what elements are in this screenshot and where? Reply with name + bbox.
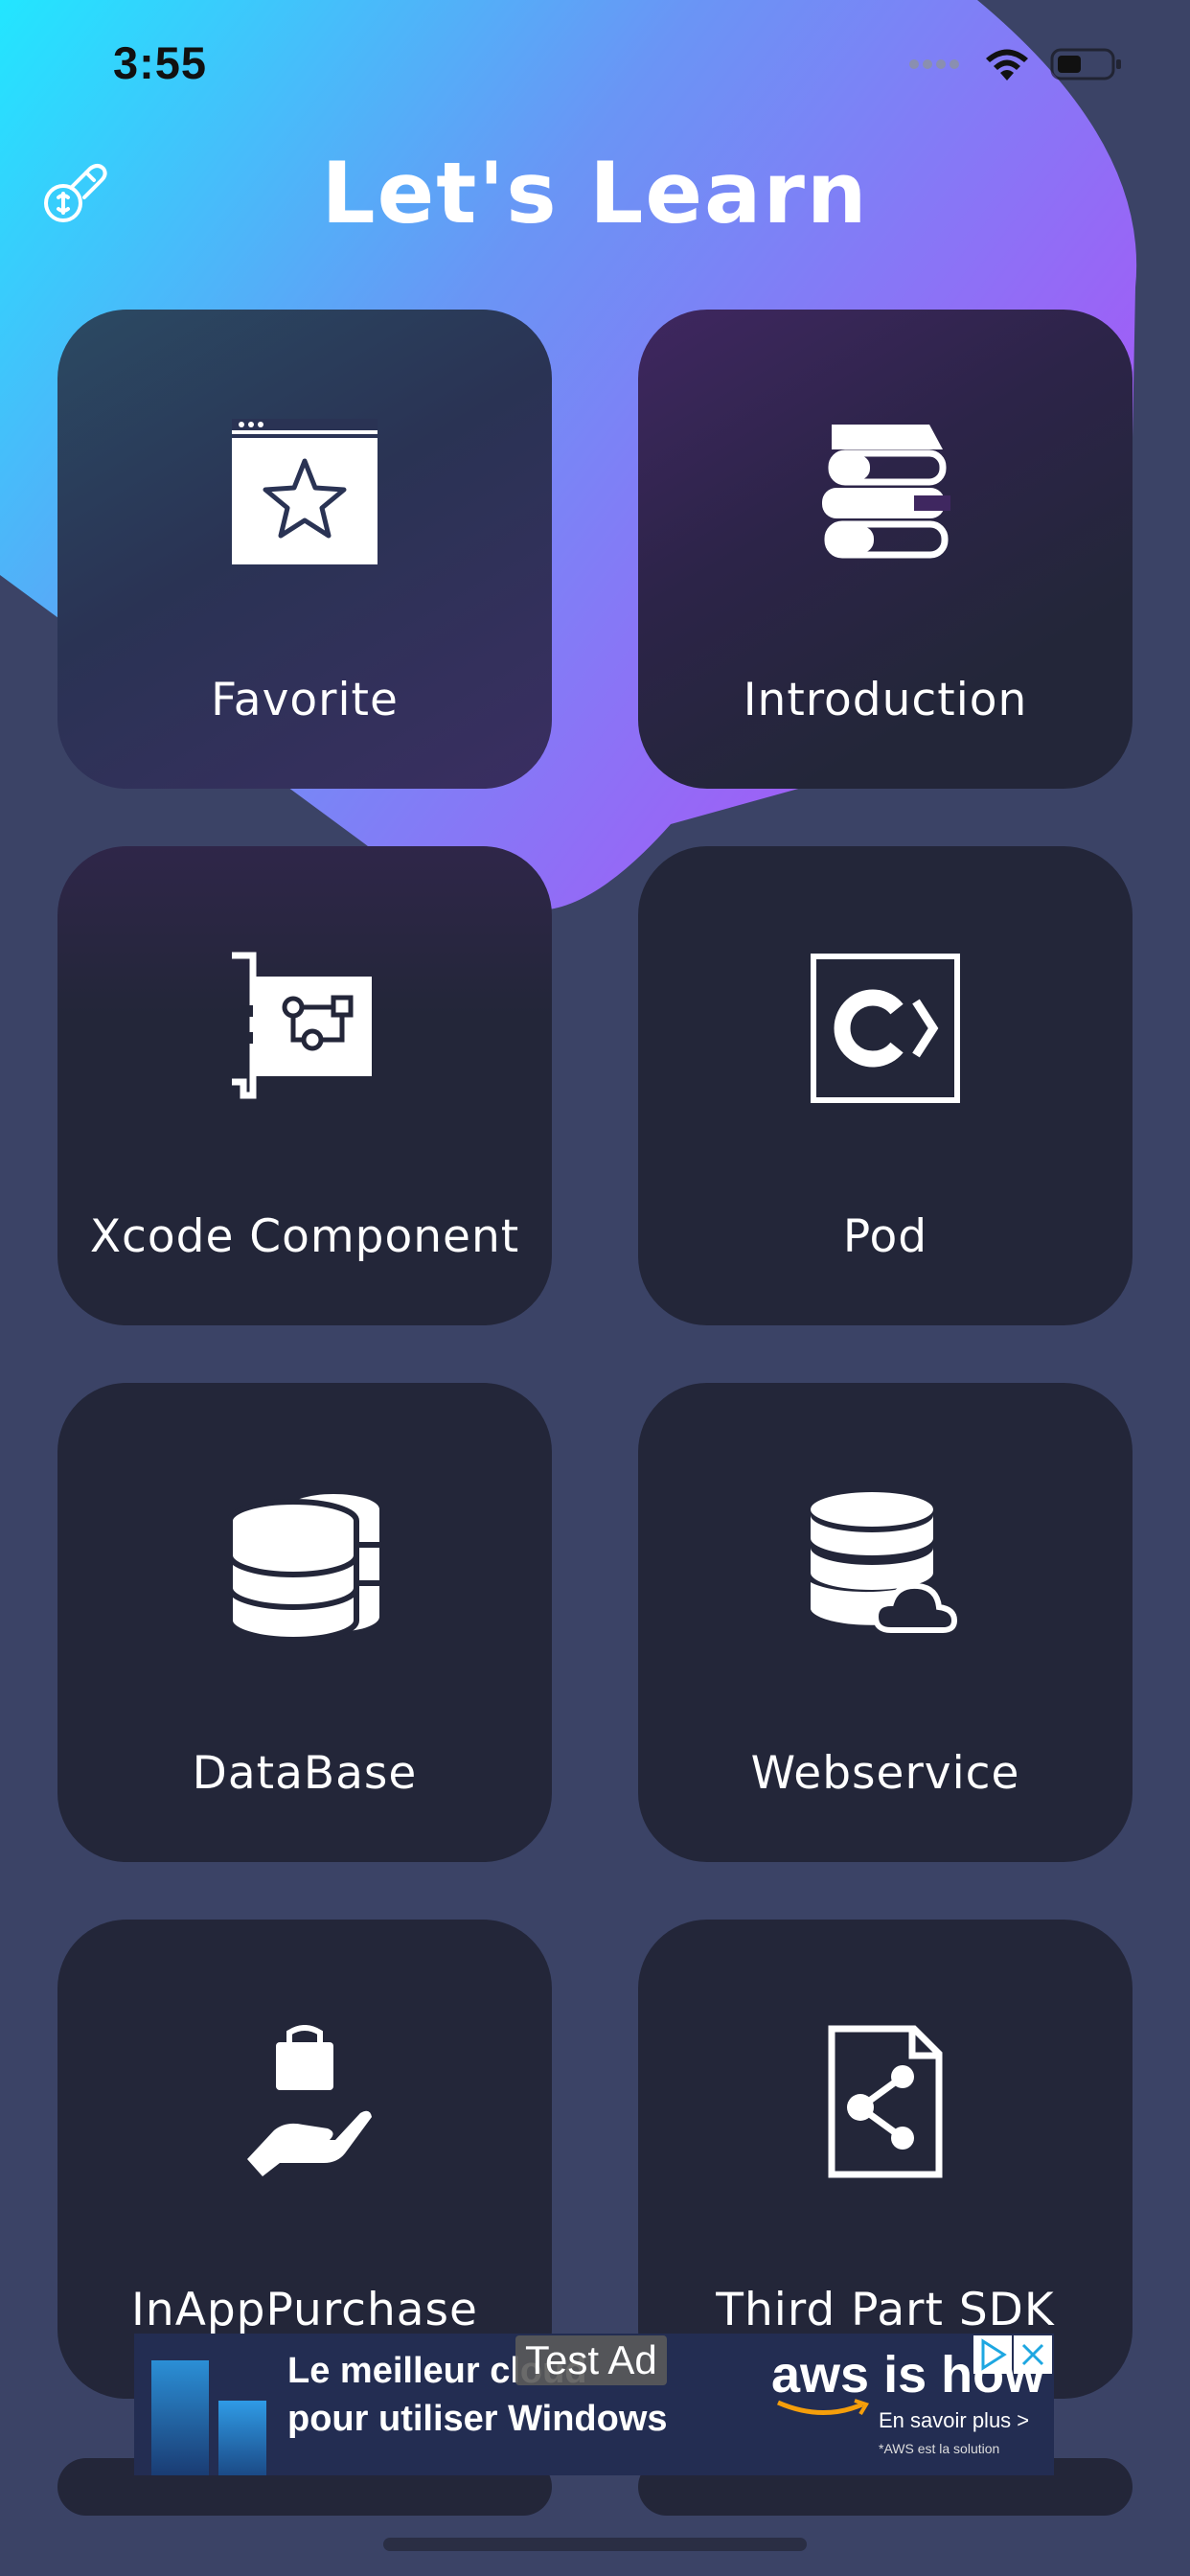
browser-star-icon [232,419,378,564]
card-introduction[interactable]: Introduction [638,310,1133,789]
page-title: Let's Learn [321,144,869,242]
battery-icon [1050,48,1121,80]
close-icon[interactable] [1014,2335,1052,2374]
home-indicator[interactable] [383,2538,807,2551]
card-label: Favorite [211,674,399,726]
ad-graphic [218,2401,266,2475]
card-label: Xcode Component [89,1210,520,1263]
signal-icon [909,59,959,69]
card-favorite[interactable]: Favorite [57,310,552,789]
card-database[interactable]: DataBase [57,1383,552,1862]
ad-cta-link[interactable]: En savoir plus > [879,2408,1029,2433]
ad-banner[interactable]: Le meilleur cloud pour utiliser Windows … [134,2334,1054,2475]
code-box-icon [811,954,960,1103]
database-icon [228,1494,379,1642]
ad-subline: pour utiliser Windows [287,2399,668,2439]
card-label: InAppPurchase [131,2284,478,2336]
test-ad-badge: Test Ad [515,2335,667,2385]
books-icon [822,425,950,559]
card-label: DataBase [192,1747,418,1800]
card-third-part-sdk[interactable]: Third Part SDK [638,1920,1133,2399]
aws-smile-icon [777,2399,869,2416]
status-bar: 3:55 [0,0,1190,125]
shared-file-icon [828,2025,943,2178]
adchoices-icon[interactable] [973,2335,1012,2374]
card-webservice[interactable]: Webservice [638,1383,1133,1862]
card-label: Webservice [750,1747,1020,1800]
status-icons [908,46,1123,82]
ad-footnote: *AWS est la solution [879,2441,1000,2456]
card-xcode-component[interactable]: Xcode Component [57,846,552,1325]
card-inapppurchase[interactable]: InAppPurchase [57,1920,552,2399]
ad-graphic [151,2360,209,2475]
hand-bag-icon [247,2025,372,2176]
card-label: Introduction [743,674,1028,726]
status-time: 3:55 [113,37,208,88]
circuit-card-icon [232,952,372,1099]
card-label: Third Part SDK [716,2284,1055,2336]
wifi-icon [986,49,1028,80]
cloud-database-icon [811,1492,958,1633]
card-label: Pod [842,1210,928,1263]
card-pod[interactable]: Pod [638,846,1133,1325]
